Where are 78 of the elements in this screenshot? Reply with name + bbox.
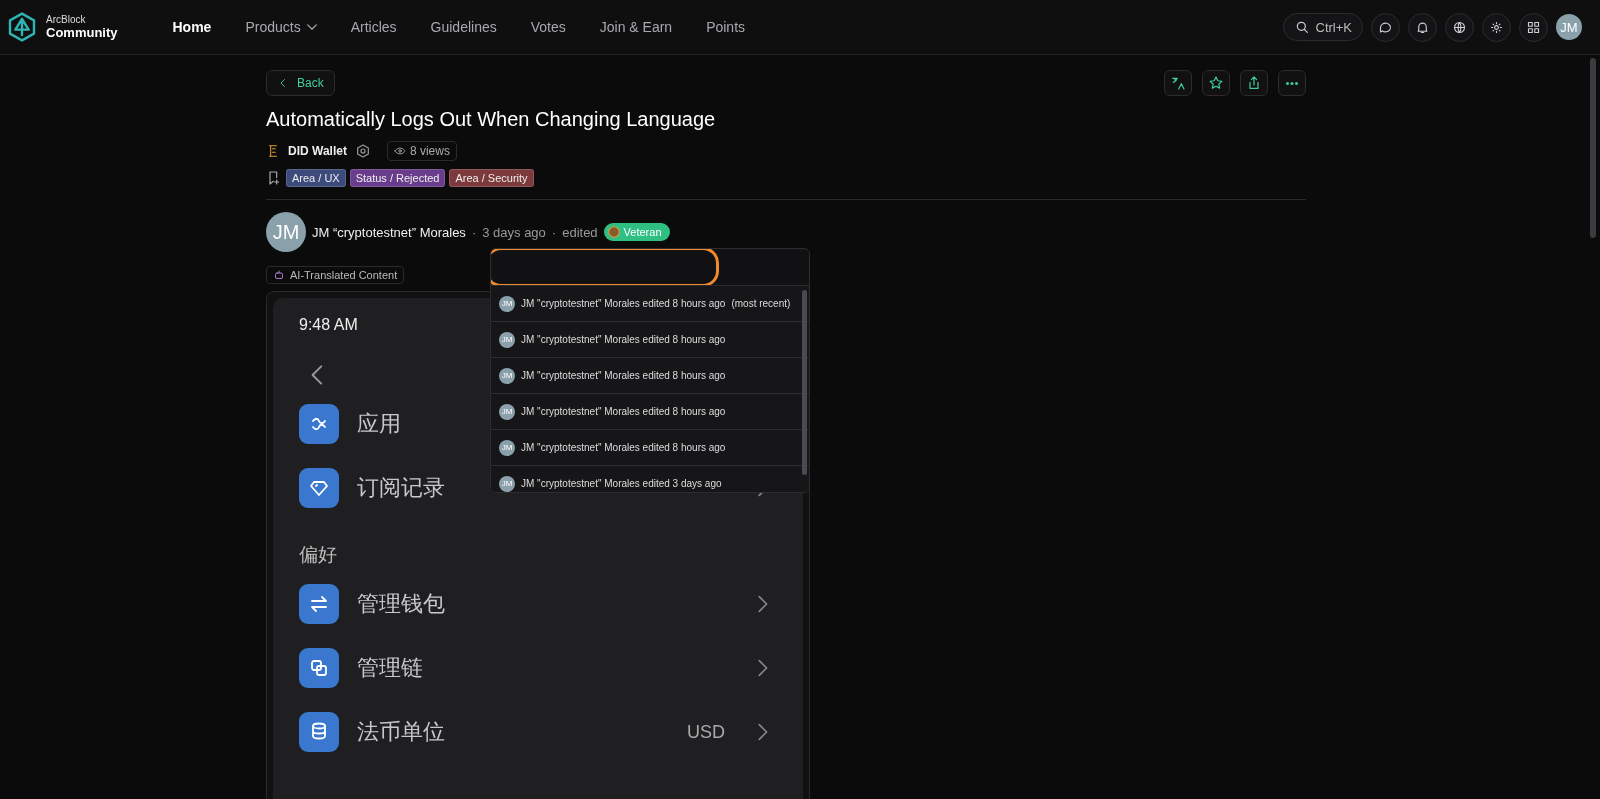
chat-button[interactable] — [1371, 12, 1400, 42]
separator: · — [471, 224, 477, 240]
setting-icon — [299, 404, 339, 444]
hexagon-settings-icon — [354, 143, 371, 159]
logo-title: Community — [46, 25, 118, 40]
nav-link[interactable]: Home — [155, 19, 229, 35]
user-avatar: JM — [499, 295, 515, 312]
tag[interactable]: Area / UX — [286, 169, 346, 187]
setting-label[interactable]: 管理钱包 — [357, 589, 445, 619]
user-avatar: JM — [499, 367, 515, 384]
nav-link[interactable]: Votes — [513, 19, 583, 35]
share-button[interactable] — [1240, 70, 1268, 96]
back-button[interactable]: Back — [266, 70, 335, 96]
setting-value: USD — [687, 721, 725, 743]
language-button[interactable] — [1445, 12, 1474, 42]
tag[interactable]: Status / Rejected — [349, 169, 446, 187]
globe-icon — [1452, 19, 1467, 35]
setting-label[interactable]: 应用 — [357, 409, 401, 439]
setting-icon — [299, 648, 339, 688]
product-logo-icon — [266, 144, 280, 158]
share-icon — [1246, 75, 1262, 91]
medal-icon — [606, 225, 621, 239]
search-button[interactable]: Ctrl+K — [1282, 13, 1363, 41]
nav-link[interactable]: Articles — [333, 19, 414, 35]
user-avatar: JM — [499, 439, 515, 456]
user-avatar: JM — [499, 403, 515, 420]
more-button[interactable] — [1278, 70, 1306, 96]
robot-icon — [273, 269, 285, 281]
star-icon — [1208, 75, 1224, 91]
author-name[interactable]: JM “cryptotestnet” Morales — [312, 224, 466, 240]
theme-button[interactable] — [1482, 12, 1511, 42]
user-avatar: JM — [499, 331, 515, 348]
translated-badge: AI-Translated Content — [266, 266, 405, 284]
sun-icon — [1489, 19, 1504, 35]
setting-icon — [299, 712, 339, 752]
ellipsis-icon — [1286, 81, 1298, 85]
post-title: Automatically Logs Out When Changing Language — [266, 108, 717, 131]
revision-item[interactable]: JM JM "cryptotestnet" Morales edited 8 hours ago (most recent) — [491, 286, 809, 322]
product-name[interactable]: DID Wallet — [288, 144, 347, 158]
nav-link[interactable]: Products — [228, 19, 334, 35]
setting-label[interactable]: 管理链 — [357, 653, 423, 683]
translate-button[interactable] — [1164, 70, 1192, 96]
revision-text: JM "cryptotestnet" Morales edited 3 days ago — [521, 478, 722, 489]
revision-text: JM "cryptotestnet" Morales edited 8 hours ago — [521, 406, 726, 417]
eye-icon — [393, 145, 406, 157]
revision-text: JM "cryptotestnet" Morales edited 8 hours ago — [521, 334, 726, 345]
grid-icon — [1526, 19, 1541, 35]
translate-icon — [1170, 75, 1186, 91]
veteran-badge: Veteran — [603, 223, 670, 241]
logo-text: ArcBlock — [46, 14, 87, 25]
revision-note: (most recent) — [731, 298, 791, 309]
page-scrollbar[interactable] — [1590, 58, 1596, 238]
favorite-button[interactable] — [1202, 70, 1230, 96]
add-tag-icon — [266, 170, 282, 186]
setting-icon — [299, 584, 339, 624]
setting-label[interactable]: 订阅记录 — [357, 473, 445, 503]
bell-icon — [1415, 19, 1430, 35]
views-count: 8 views — [386, 141, 457, 161]
menu-scrollbar[interactable] — [802, 290, 807, 475]
hexagon-logo-icon — [6, 11, 38, 43]
notifications-button[interactable] — [1408, 12, 1437, 42]
nav-link[interactable]: Guidelines — [413, 19, 514, 35]
setting-icon — [299, 468, 339, 508]
setting-label[interactable]: 法币单位 — [357, 717, 445, 747]
section-heading: 偏好 — [299, 543, 338, 567]
edited-link[interactable]: edited — [562, 224, 598, 240]
post-time: 3 days ago — [482, 224, 546, 240]
revision-text: JM "cryptotestnet" Morales edited 8 hours ago — [521, 442, 726, 453]
revision-text: JM "cryptotestnet" Morales edited 8 hours ago — [521, 370, 726, 381]
tag[interactable]: Area / Security — [449, 169, 534, 187]
speech-bubble-icon — [1378, 19, 1393, 35]
nav-link[interactable]: Points — [689, 19, 763, 35]
apps-button[interactable] — [1519, 12, 1548, 42]
revision-text: JM "cryptotestnet" Morales edited 8 hours ago — [521, 298, 726, 309]
nav-link[interactable]: Join & Earn — [582, 19, 690, 35]
user-avatar: JM — [499, 475, 515, 492]
phone-time: 9:48 AM — [299, 316, 359, 334]
separator: · — [551, 224, 557, 240]
